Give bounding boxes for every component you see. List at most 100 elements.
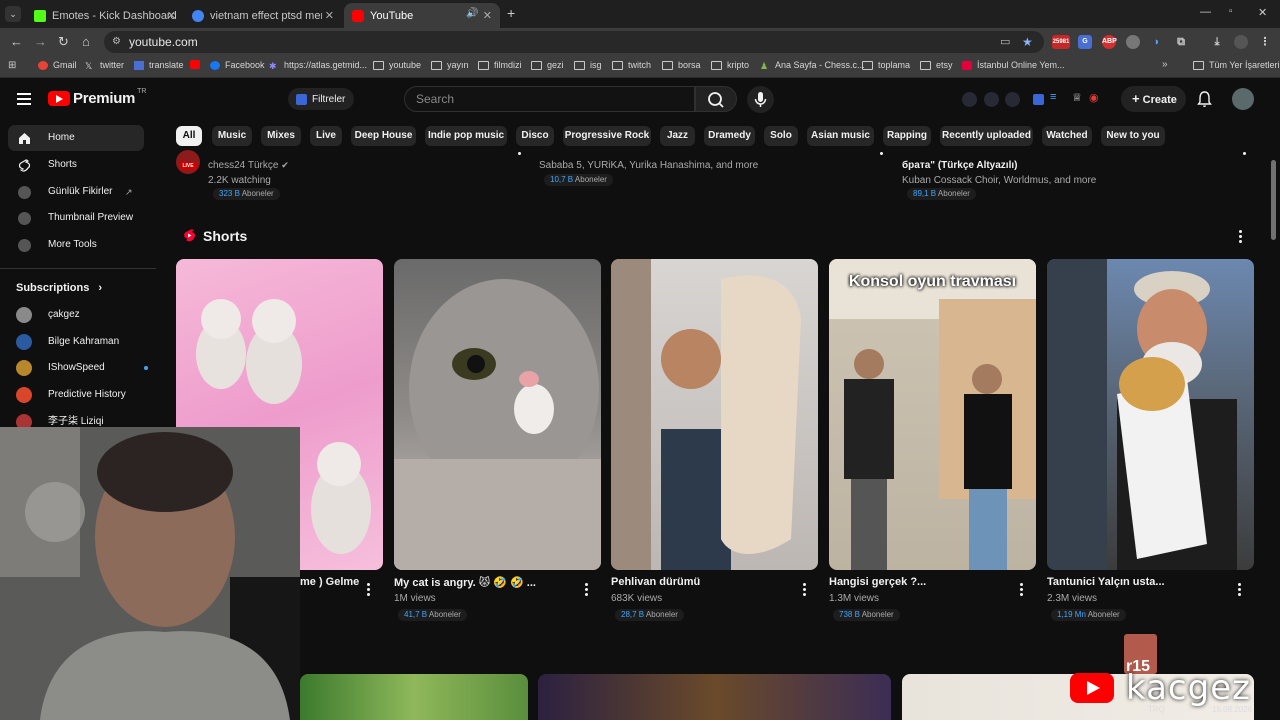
- back-icon[interactable]: ←: [10, 34, 23, 49]
- chip[interactable]: New to you: [1101, 126, 1165, 146]
- bookmark-folder[interactable]: etsy: [920, 60, 953, 70]
- short-title[interactable]: Hangisi gerçek ?...: [829, 576, 926, 588]
- bookmark-folder[interactable]: youtube: [373, 60, 421, 70]
- channel-name[interactable]: chess24 Türkçe ✔: [208, 160, 289, 171]
- reload-icon[interactable]: ↻: [58, 34, 69, 50]
- chip[interactable]: Mixes: [261, 126, 301, 146]
- short-title[interactable]: me ) Gelme: [300, 576, 359, 588]
- bookmark-folder[interactable]: borsa: [662, 60, 701, 70]
- close-icon[interactable]: ✕: [325, 9, 334, 22]
- youtube-premium-logo[interactable]: Premium TR: [48, 88, 146, 107]
- bookmark-translate[interactable]: translate: [134, 60, 184, 70]
- subscription-item[interactable]: çakgez: [16, 307, 136, 323]
- chip[interactable]: Disco: [516, 126, 554, 146]
- extension-icon[interactable]: [1005, 92, 1020, 107]
- more-icon[interactable]: [1243, 152, 1249, 157]
- adblock-icon[interactable]: ABP: [1102, 35, 1117, 49]
- mic-button[interactable]: [747, 86, 774, 113]
- filters-button[interactable]: Filtreler: [288, 88, 354, 110]
- subscriptions-heading[interactable]: Subscriptions ›: [16, 282, 102, 294]
- translate-extension-icon[interactable]: G: [1078, 35, 1092, 49]
- bookmark-folder[interactable]: toplama: [862, 60, 910, 70]
- extension-icon[interactable]: [962, 92, 977, 107]
- chip[interactable]: Asian music: [807, 126, 874, 146]
- bookmark-facebook[interactable]: Facebook: [210, 60, 265, 70]
- bookmark-atlas[interactable]: ✱ https://atlas.getmid...: [269, 60, 367, 71]
- hamburger-menu-icon[interactable]: [17, 93, 31, 108]
- filter-extension-icon[interactable]: [1033, 94, 1044, 105]
- tab-kick[interactable]: Emotes - Kick Dashboard ✕: [26, 3, 184, 28]
- chip[interactable]: Watched: [1042, 126, 1092, 146]
- short-thumbnail[interactable]: [394, 259, 601, 570]
- bookmark-youtube[interactable]: [190, 60, 205, 69]
- short-title[interactable]: Pehlivan dürümü: [611, 576, 700, 588]
- bookmark-folder[interactable]: filmdizi: [478, 60, 522, 70]
- short-thumbnail[interactable]: Konsol oyun travması: [829, 259, 1036, 570]
- bookmark-folder[interactable]: gezi: [531, 60, 564, 70]
- more-bookmarks-icon[interactable]: »: [1162, 59, 1168, 70]
- list-icon[interactable]: ≡: [1050, 91, 1056, 103]
- home-icon[interactable]: ⌂: [82, 34, 90, 49]
- video-thumbnail[interactable]: [300, 674, 528, 720]
- search-button[interactable]: [695, 86, 737, 112]
- sidebar-item-thumbnail-preview[interactable]: Thumbnail Preview: [8, 205, 144, 231]
- bookmark-yemek[interactable]: İstanbul Online Yem...: [962, 60, 1065, 70]
- scrollbar[interactable]: [1271, 160, 1276, 240]
- chip[interactable]: Live: [310, 126, 342, 146]
- more-icon[interactable]: [1020, 583, 1026, 598]
- more-icon[interactable]: [585, 583, 591, 598]
- more-icon[interactable]: [803, 583, 809, 598]
- video-title[interactable]: брата" (Türkçe Altyazılı): [902, 160, 1017, 171]
- tab-youtube[interactable]: YouTube 🔊 ✕: [344, 3, 500, 28]
- bookmark-folder[interactable]: kripto: [711, 60, 749, 70]
- close-window-icon[interactable]: ✕: [1258, 6, 1267, 19]
- video-thumbnail[interactable]: [538, 674, 891, 720]
- sidebar-item-shorts[interactable]: Shorts: [8, 152, 144, 178]
- more-icon[interactable]: [518, 152, 524, 157]
- url-field[interactable]: ⚙ youtube.com ▭ ★: [104, 31, 1044, 53]
- bookmark-folder[interactable]: twitch: [612, 60, 651, 70]
- chip[interactable]: Indie pop music: [425, 126, 507, 146]
- star-icon[interactable]: ★: [1022, 31, 1033, 53]
- new-tab-icon[interactable]: +: [507, 5, 515, 21]
- sidebar-item-gunluk-fikirler[interactable]: Günlük Fikirler ↗: [8, 179, 144, 205]
- chip[interactable]: Deep House: [351, 126, 416, 146]
- puzzle-icon[interactable]: ⧉: [1174, 35, 1188, 49]
- audio-extension-icon[interactable]: ◗: [1150, 35, 1164, 49]
- search-input[interactable]: Search: [404, 86, 695, 112]
- restore-icon[interactable]: ▫: [1229, 6, 1233, 17]
- bookmark-twitter[interactable]: 𝕏twitter: [85, 60, 124, 71]
- bookmark-chess[interactable]: ♟ Ana Sayfa - Chess.c...: [760, 60, 865, 71]
- forward-icon[interactable]: →: [34, 34, 47, 49]
- bell-icon[interactable]: [1197, 91, 1212, 108]
- site-info-icon[interactable]: ⚙: [112, 31, 121, 53]
- bookmark-gmail[interactable]: Gmail: [38, 60, 77, 70]
- avatar[interactable]: [1232, 88, 1254, 110]
- short-thumbnail[interactable]: [611, 259, 818, 570]
- close-icon[interactable]: ✕: [483, 9, 492, 22]
- download-icon[interactable]: ⤓: [1210, 35, 1224, 49]
- more-icon[interactable]: [1238, 583, 1244, 598]
- subscription-item[interactable]: Predictive History: [16, 387, 136, 403]
- minimize-icon[interactable]: —: [1200, 6, 1211, 18]
- short-title[interactable]: My cat is angry. 😾 🤣 🤣 ...: [394, 576, 536, 589]
- bookmark-folder[interactable]: yayın: [431, 60, 469, 70]
- chip[interactable]: Dramedy: [704, 126, 755, 146]
- chip[interactable]: Solo: [764, 126, 798, 146]
- short-thumbnail[interactable]: [1047, 259, 1254, 570]
- more-icon[interactable]: [1239, 230, 1245, 245]
- tab-search-icon[interactable]: ⌄: [5, 6, 21, 22]
- kebab-menu-icon[interactable]: ⋮: [1258, 35, 1272, 49]
- short-title[interactable]: Tantunici Yalçın usta...: [1047, 576, 1165, 588]
- trophy-icon[interactable]: ♕: [1072, 91, 1082, 104]
- sidebar-item-home[interactable]: Home: [8, 125, 144, 151]
- record-icon[interactable]: ◉: [1089, 91, 1099, 104]
- chip[interactable]: All: [176, 126, 202, 146]
- speaker-icon[interactable]: 🔊: [466, 8, 478, 19]
- all-bookmarks[interactable]: Tüm Yer İşaretleri: [1193, 60, 1280, 70]
- chip[interactable]: Progressive Rock: [563, 126, 651, 146]
- bookmark-folder[interactable]: isg: [574, 60, 602, 70]
- create-button[interactable]: + Create: [1121, 86, 1186, 112]
- sidebar-item-more-tools[interactable]: More Tools: [8, 232, 144, 258]
- subscription-item[interactable]: Bilge Kahraman: [16, 334, 136, 350]
